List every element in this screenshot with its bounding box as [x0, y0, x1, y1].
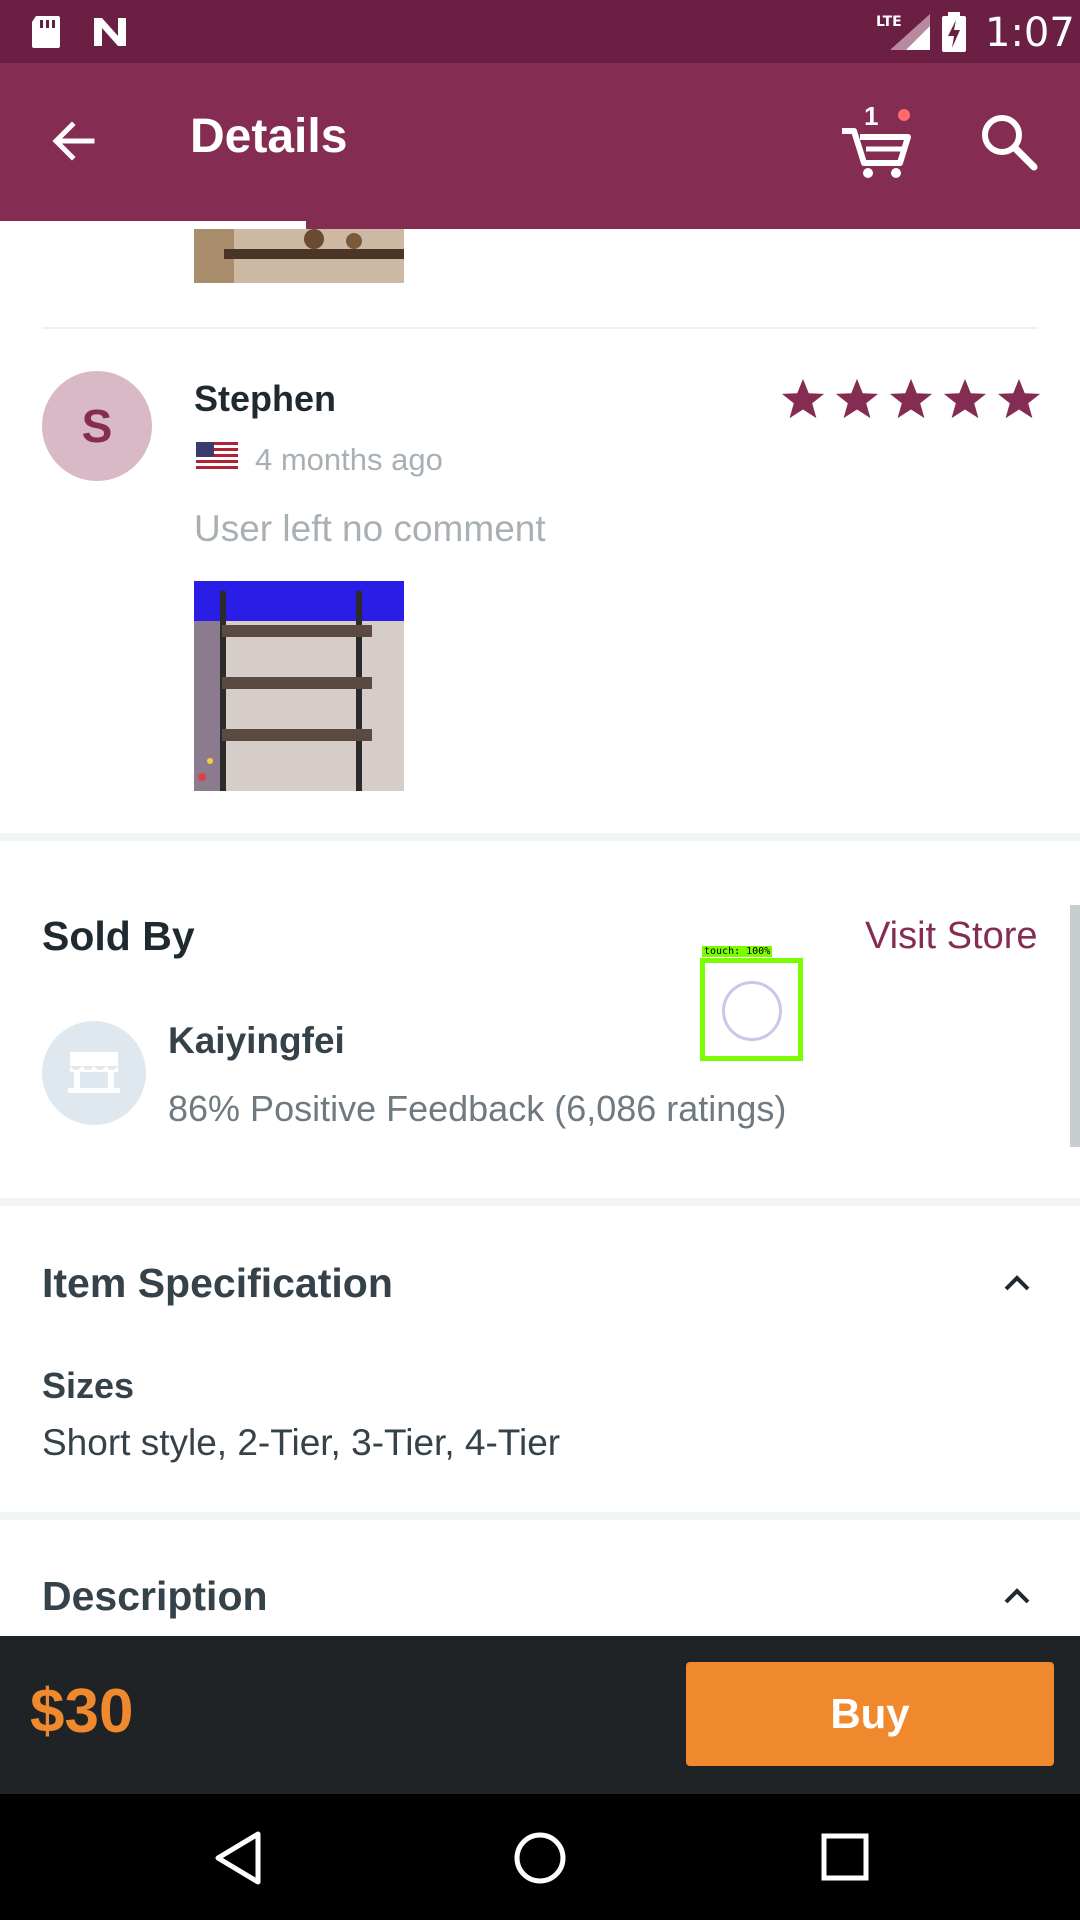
- page-title: Details: [190, 110, 348, 163]
- review-photo[interactable]: [194, 581, 404, 791]
- reviewer-avatar: S: [42, 371, 152, 481]
- touch-indicator-circle: [722, 981, 782, 1041]
- description-heading[interactable]: Description: [42, 1573, 268, 1620]
- star-icon: [835, 378, 879, 419]
- visit-store-link[interactable]: Visit Store: [865, 915, 1037, 958]
- reviewer-name: Stephen: [194, 378, 337, 419]
- avatar-letter: S: [81, 400, 113, 452]
- back-arrow-icon[interactable]: [44, 111, 104, 171]
- previous-review-image-content: [194, 229, 404, 283]
- section-divider: [0, 1198, 1080, 1206]
- buy-bar: $30 Buy: [0, 1636, 1080, 1794]
- cart-count-badge: 1: [864, 101, 879, 131]
- lte-signal-icon: LTE: [876, 14, 930, 50]
- app-bar: Details 1: [0, 63, 1080, 229]
- notification-n-icon: [94, 18, 126, 46]
- previous-review-image[interactable]: [194, 229, 404, 283]
- sd-card-icon: [32, 16, 60, 48]
- review-comment: User left no comment: [194, 508, 546, 549]
- store-feedback: 86% Positive Feedback (6,086 ratings): [168, 1088, 787, 1129]
- cart-notification-dot: [898, 109, 910, 121]
- star-icon: [997, 378, 1041, 419]
- nav-home-icon[interactable]: [508, 1826, 572, 1890]
- us-flag-icon: [196, 442, 238, 472]
- price: $30: [30, 1677, 134, 1746]
- clock: 1:07: [985, 10, 1075, 56]
- star-icon: [943, 378, 987, 419]
- nav-recents-icon[interactable]: [818, 1828, 872, 1886]
- star-icon: [889, 378, 933, 419]
- nav-back-icon[interactable]: [210, 1828, 266, 1888]
- star-icon: [781, 378, 825, 419]
- sizes-value: Short style, 2-Tier, 3-Tier, 4-Tier: [42, 1422, 561, 1463]
- buy-button[interactable]: Buy: [686, 1662, 1054, 1766]
- divider: [42, 327, 1038, 329]
- store-name[interactable]: Kaiyingfei: [168, 1020, 345, 1062]
- sold-by-heading: Sold By: [42, 913, 195, 959]
- section-divider: [0, 1512, 1080, 1520]
- sizes-label: Sizes: [42, 1365, 135, 1406]
- item-specification-heading[interactable]: Item Specification: [42, 1260, 393, 1307]
- store-avatar[interactable]: [42, 1021, 146, 1125]
- battery-charging-icon: [942, 12, 966, 52]
- section-divider: [0, 833, 1080, 841]
- lte-label: LTE: [876, 14, 902, 30]
- review-photo-content: [194, 581, 404, 791]
- status-bar: LTE 1:07: [0, 0, 1080, 63]
- touch-indicator-label: touch: 100%: [702, 946, 773, 957]
- chevron-up-icon[interactable]: [998, 1264, 1036, 1302]
- search-icon[interactable]: [976, 109, 1042, 175]
- rating-stars: [780, 376, 1042, 422]
- scrollbar[interactable]: [1070, 905, 1080, 1147]
- storefront-icon: [68, 1052, 120, 1093]
- system-nav-bar: [0, 1794, 1080, 1920]
- chevron-up-icon[interactable]: [998, 1577, 1036, 1615]
- tab-indicator: [0, 221, 306, 229]
- review-time: 4 months ago: [255, 442, 443, 477]
